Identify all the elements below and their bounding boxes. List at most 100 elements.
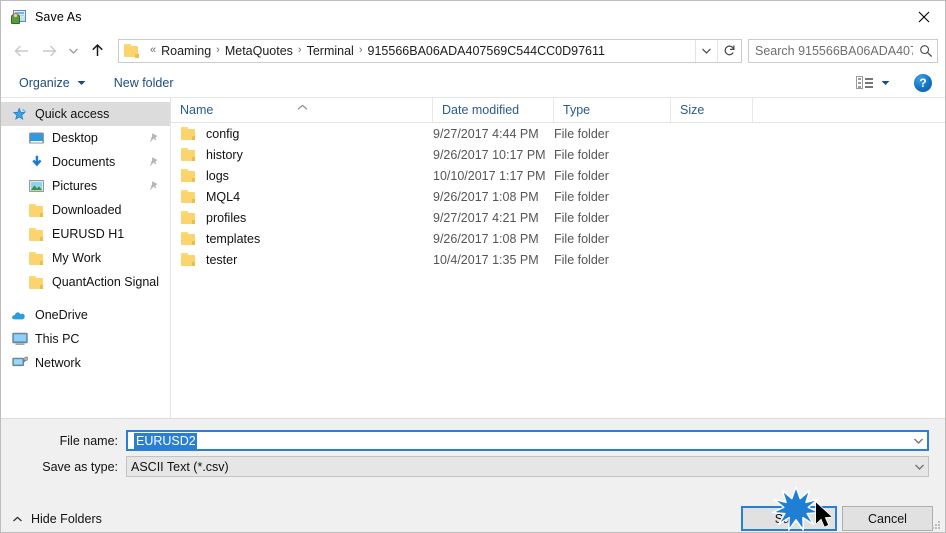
save-as-type-value[interactable]: ASCII Text (*.csv) [127, 460, 911, 474]
column-header-label: Size [680, 102, 705, 117]
file-type-cell: File folder [554, 168, 609, 183]
hide-folders-button[interactable]: Hide Folders [12, 512, 102, 526]
file-name-cell: history [171, 148, 433, 162]
title-bar: Save As [1, 1, 945, 33]
file-type-cell: File folder [554, 231, 609, 246]
help-button[interactable]: ? [914, 73, 932, 92]
file-date-cell: 10/10/2017 1:17 PM [433, 168, 546, 183]
table-row[interactable]: logs 10/10/2017 1:17 PM File folder [171, 165, 945, 186]
column-header-date-modified[interactable]: Date modified [433, 97, 554, 122]
sidebar-item-label: Downloaded [52, 203, 122, 217]
back-button[interactable] [9, 39, 33, 63]
table-row[interactable]: MQL4 9/26/2017 1:08 PM File folder [171, 186, 945, 207]
file-name-input[interactable]: EURUSD2 [128, 432, 910, 449]
caret-up-icon [12, 516, 23, 523]
sidebar-item-eurusd-h1[interactable]: EURUSD H1 [1, 222, 170, 246]
table-row[interactable]: profiles 9/27/2017 4:21 PM File folder [171, 207, 945, 228]
organize-label: Organize [19, 75, 70, 90]
folder-icon [181, 211, 197, 224]
breadcrumb-item-current[interactable]: 915566BA06ADA407569C544CC0D97611 [368, 44, 605, 58]
help-label: ? [919, 75, 927, 90]
chevron-down-icon[interactable] [911, 463, 928, 471]
column-header-filler [753, 97, 945, 122]
file-name-row: File name: EURUSD2 [1, 430, 929, 451]
save-button-label: Save [774, 511, 804, 526]
forward-button[interactable] [37, 39, 61, 63]
sidebar-item-label: This PC [35, 332, 80, 346]
pin-icon[interactable] [149, 156, 160, 167]
pin-icon[interactable] [149, 180, 160, 191]
address-dropdown-button[interactable] [695, 39, 717, 62]
up-button[interactable] [85, 39, 109, 63]
new-folder-button[interactable]: New folder [107, 71, 181, 95]
pin-icon[interactable] [149, 132, 160, 143]
file-name-cell: config [171, 127, 433, 141]
save-button[interactable]: Save [741, 506, 837, 531]
sidebar-item-desktop[interactable]: Desktop [1, 126, 170, 150]
breadcrumb[interactable]: « Roaming › MetaQuotes › Terminal › 9155… [119, 43, 695, 58]
documents-icon [28, 154, 45, 170]
breadcrumb-separator[interactable]: › [293, 45, 307, 56]
hide-folders-label: Hide Folders [31, 512, 102, 526]
sidebar-item-network[interactable]: Network [1, 351, 170, 375]
save-as-dialog: Save As « Roaming › MetaQuotes › Termina… [0, 0, 946, 533]
search-box[interactable] [748, 38, 938, 63]
table-row[interactable]: config 9/27/2017 4:44 PM File folder [171, 123, 945, 144]
save-as-type-combo[interactable]: ASCII Text (*.csv) [126, 456, 929, 477]
resize-grip-icon[interactable] [930, 518, 942, 530]
sidebar-item-documents[interactable]: Documents [1, 150, 170, 174]
file-name-label: logs [206, 168, 229, 183]
column-header-label: Type [563, 102, 591, 117]
sidebar-item-label: My Work [52, 251, 102, 265]
file-list: config 9/27/2017 4:44 PM File folder his… [171, 123, 945, 270]
breadcrumb-overflow[interactable]: « [145, 45, 161, 56]
sidebar-item-onedrive[interactable]: OneDrive [1, 303, 170, 327]
breadcrumb-item-roaming[interactable]: Roaming [161, 44, 211, 58]
sidebar-item-my-work[interactable]: My Work [1, 246, 170, 270]
organize-button[interactable]: Organize [12, 71, 93, 95]
file-name-cell: templates [171, 232, 433, 246]
table-row[interactable]: history 9/26/2017 10:17 PM File folder [171, 144, 945, 165]
close-button[interactable] [901, 1, 945, 32]
sidebar-item-quick-access[interactable]: Quick access [1, 102, 170, 126]
folder-icon [181, 148, 197, 161]
sidebar-item-downloaded[interactable]: Downloaded [1, 198, 170, 222]
folder-icon [28, 274, 45, 290]
pictures-icon [28, 178, 45, 194]
save-as-app-icon [11, 9, 27, 25]
close-icon [918, 11, 930, 22]
file-name-combo[interactable]: EURUSD2 [126, 430, 929, 451]
cancel-button[interactable]: Cancel [842, 506, 933, 531]
sidebar-item-this-pc[interactable]: This PC [1, 327, 170, 351]
breadcrumb-separator[interactable]: › [211, 45, 225, 56]
file-type-cell: File folder [554, 189, 609, 204]
cloud-icon [11, 307, 28, 323]
sidebar-item-pictures[interactable]: Pictures [1, 174, 170, 198]
recent-locations-button[interactable] [63, 39, 83, 63]
breadcrumb-item-terminal[interactable]: Terminal [307, 44, 354, 58]
table-row[interactable]: tester 10/4/2017 1:35 PM File folder [171, 249, 945, 270]
chevron-down-icon[interactable] [910, 437, 927, 445]
refresh-button[interactable] [717, 39, 741, 62]
sidebar-item-label: Documents [52, 155, 116, 169]
cancel-button-label: Cancel [868, 511, 907, 526]
address-bar[interactable]: « Roaming › MetaQuotes › Terminal › 9155… [118, 38, 742, 63]
sidebar-item-label: Desktop [52, 131, 98, 145]
save-as-type-row: Save as type: ASCII Text (*.csv) [1, 456, 929, 477]
refresh-icon [724, 45, 735, 56]
breadcrumb-separator[interactable]: › [354, 45, 368, 56]
navigation-bar: « Roaming › MetaQuotes › Terminal › 9155… [1, 33, 945, 68]
sidebar-item-quantaction-signal[interactable]: QuantAction Signal [1, 270, 170, 294]
dialog-body: Quick access Desktop Documents Pictures … [1, 97, 945, 418]
file-date-cell: 9/27/2017 4:44 PM [433, 126, 539, 141]
column-header-type[interactable]: Type [554, 97, 671, 122]
file-name-value[interactable]: EURUSD2 [134, 432, 197, 449]
table-row[interactable]: templates 9/26/2017 1:08 PM File folder [171, 228, 945, 249]
search-input[interactable] [749, 42, 915, 59]
breadcrumb-item-metaquotes[interactable]: MetaQuotes [225, 44, 293, 58]
chevron-down-icon [68, 48, 78, 54]
caret-down-icon [77, 80, 86, 86]
column-header-size[interactable]: Size [671, 97, 753, 122]
search-icon[interactable] [915, 44, 937, 58]
change-view-button[interactable] [852, 71, 894, 95]
